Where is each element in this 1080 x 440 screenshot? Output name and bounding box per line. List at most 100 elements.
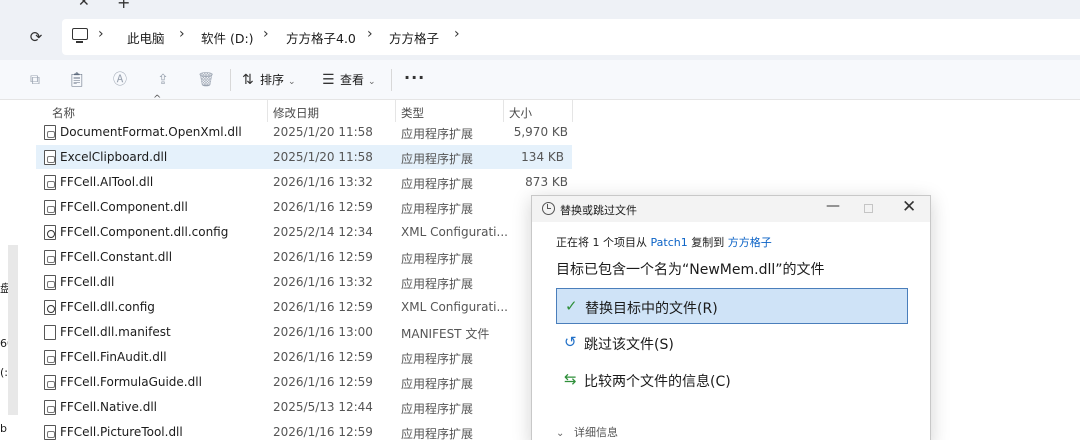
nav-item-fragment[interactable]: b <box>0 422 7 435</box>
compare-label: 比较两个文件的信息(C) <box>584 374 731 390</box>
file-row[interactable]: FFCell.FormulaGuide.dll 2026/1/16 12:59 应用… <box>36 370 576 394</box>
nav-scrollbar[interactable] <box>8 245 18 415</box>
close-icon[interactable]: ✕ <box>902 197 916 217</box>
checkmark-icon: ✓ <box>565 297 578 315</box>
file-type: 应用程序扩展 <box>401 252 474 266</box>
view-button[interactable]: ☰ 查看 ⌄ <box>322 70 376 90</box>
address-row: ⟳ › 此电脑 › 软件 (D:) › 方方格子4.0 › 方方格子 › <box>0 14 1080 60</box>
file-name: FFCell.Component.dll.config <box>60 225 229 239</box>
file-name: FFCell.Component.dll <box>60 200 188 214</box>
file-row[interactable]: FFCell.dll.manifest 2026/1/16 13:00 MANIFE… <box>36 320 576 344</box>
new-tab-icon[interactable]: + <box>117 0 130 12</box>
file-type: 应用程序扩展 <box>401 352 474 366</box>
file-name: ExcelClipboard.dll <box>60 150 168 164</box>
replace-button[interactable]: ✓ 替换目标中的文件(R) <box>556 288 908 324</box>
file-type: 应用程序扩展 <box>401 177 474 191</box>
conflict-heading: 目标已包含一个名为“NewMem.dll”的文件 <box>556 262 825 278</box>
chevron-right-icon[interactable]: › <box>98 26 104 42</box>
chevron-down-icon: ⌄ <box>288 77 296 87</box>
file-type: 应用程序扩展 <box>401 152 474 166</box>
file-modified: 2025/1/20 11:58 <box>273 150 373 164</box>
breadcrumb-ffgz40[interactable]: 方方格子4.0 <box>286 28 356 47</box>
file-modified: 2025/5/13 12:44 <box>273 400 373 414</box>
column-header-size[interactable]: 大小 <box>509 105 532 121</box>
file-name: FFCell.Native.dll <box>60 400 158 414</box>
column-header-name[interactable]: 名称 <box>52 105 75 121</box>
config-file-icon <box>44 225 56 240</box>
sort-button[interactable]: ⇅ 排序 ⌄ <box>242 70 296 90</box>
breadcrumb-drive-d[interactable]: 软件 (D:) <box>201 28 254 47</box>
copy-middle: 复制到 <box>691 236 725 249</box>
column-divider[interactable] <box>395 100 396 122</box>
copy-icon[interactable]: ⧉ <box>26 71 44 89</box>
file-row[interactable]: FFCell.Constant.dll 2026/1/16 12:59 应用程序扩展 <box>36 245 576 269</box>
chevron-right-icon[interactable]: › <box>454 26 460 42</box>
dll-file-icon <box>44 200 56 215</box>
dll-file-icon <box>44 250 56 265</box>
clock-icon <box>542 202 555 215</box>
source-folder-link[interactable]: Patch1 <box>651 236 688 249</box>
command-bar: ⧉ 📋︎ Ⓐ ⇪ 🗑︎ ⇅ 排序 ⌄ ☰ 查看 ⌄ ··· <box>0 60 1080 100</box>
navigation-pane: 盘 60 (:) b <box>0 100 18 440</box>
compare-button[interactable]: ⇆ 比较两个文件的信息(C) <box>556 362 908 398</box>
file-name: FFCell.dll.config <box>60 300 155 314</box>
skip-label: 跳过该文件(S) <box>584 337 674 353</box>
column-header-modified[interactable]: 修改日期 <box>273 105 319 121</box>
close-tab-icon[interactable]: ✕ <box>78 0 90 10</box>
paste-icon[interactable]: 📋︎ <box>68 71 86 89</box>
file-row[interactable]: FFCell.Native.dll 2025/5/13 12:44 应用程序扩展 <box>36 395 576 419</box>
copy-prefix: 正在将 1 个项目从 <box>556 236 647 249</box>
share-icon[interactable]: ⇪ <box>154 71 172 89</box>
file-row[interactable]: FFCell.FinAudit.dll 2026/1/16 12:59 应用程序扩展… <box>36 345 576 369</box>
chevron-right-icon[interactable]: › <box>263 26 269 42</box>
skip-arrow-icon: ↺ <box>564 333 577 351</box>
file-name: FFCell.AITool.dll <box>60 175 154 189</box>
dll-file-icon <box>44 275 56 290</box>
file-modified: 2026/1/16 13:32 <box>273 275 373 289</box>
chevron-down-icon: ⌄ <box>556 428 565 439</box>
chevron-right-icon[interactable]: › <box>179 26 185 42</box>
file-name: FFCell.dll.manifest <box>60 325 171 339</box>
column-divider[interactable] <box>267 100 268 122</box>
file-modified: 2026/1/16 12:59 <box>273 425 373 439</box>
column-divider[interactable] <box>503 100 504 122</box>
toolbar-divider <box>391 69 392 91</box>
toolbar-divider <box>230 69 231 91</box>
dll-file-icon <box>44 350 56 365</box>
file-type: 应用程序扩展 <box>401 127 474 141</box>
file-row[interactable]: FFCell.dll2026/1/16 13:32应用程序扩展33, <box>36 270 576 294</box>
delete-icon[interactable]: 🗑︎ <box>197 71 215 89</box>
file-type: XML Configurati... <box>401 225 508 239</box>
breadcrumb-this-pc[interactable]: 此电脑 <box>127 28 165 47</box>
file-row[interactable]: FFCell.Component.dll 2026/1/16 12:59 应用程序扩… <box>36 195 576 219</box>
refresh-icon[interactable]: ⟳ <box>26 27 46 47</box>
breadcrumb-ffgz[interactable]: 方方格子 <box>389 28 439 47</box>
details-toggle[interactable]: ⌄ 详细信息 <box>556 424 618 440</box>
rename-icon[interactable]: Ⓐ <box>111 71 129 89</box>
computer-icon[interactable] <box>72 28 88 43</box>
more-options-button[interactable]: ··· <box>404 68 425 87</box>
config-file-icon <box>44 300 56 315</box>
file-row[interactable]: FFCell.Component.dll.config 2025/2/14 12:… <box>36 220 576 244</box>
file-name: FFCell.FormulaGuide.dll <box>60 375 202 389</box>
chevron-right-icon[interactable]: › <box>367 26 373 42</box>
dialog-titlebar[interactable]: 替换或跳过文件 — ✕ <box>532 196 930 222</box>
dll-file-icon <box>44 375 56 390</box>
file-row[interactable]: DocumentFormat.OpenXml.dll 2025/1/20 11:5… <box>36 120 576 144</box>
address-bar[interactable]: › 此电脑 › 软件 (D:) › 方方格子4.0 › 方方格子 › <box>62 19 1080 55</box>
file-row[interactable]: FFCell.dll.config 2026/1/16 12:59 XML Conf… <box>36 295 576 319</box>
file-type: XML Configurati... <box>401 300 508 314</box>
file-modified: 2026/1/16 12:59 <box>273 350 373 364</box>
file-row[interactable]: ExcelClipboard.dll 2025/1/20 11:58 应用程序扩展 1… <box>36 145 572 169</box>
file-row[interactable]: FFCell.AITool.dll 2026/1/16 13:32 应用程序扩展 87… <box>36 170 576 194</box>
skip-button[interactable]: ↺ 跳过该文件(S) <box>556 325 908 361</box>
sort-label: 排序 <box>260 73 285 87</box>
sort-icon: ⇅ <box>242 72 254 88</box>
destination-folder-link[interactable]: 方方格子 <box>728 236 772 249</box>
column-divider[interactable] <box>572 100 573 122</box>
file-size: 134 KB <box>521 150 564 164</box>
file-name: DocumentFormat.OpenXml.dll <box>60 125 242 139</box>
minimize-icon[interactable]: — <box>826 198 840 214</box>
column-header-type[interactable]: 类型 <box>401 105 424 121</box>
file-row[interactable]: FFCell.PictureTool.dll 2026/1/16 12:59 应用程… <box>36 420 576 440</box>
